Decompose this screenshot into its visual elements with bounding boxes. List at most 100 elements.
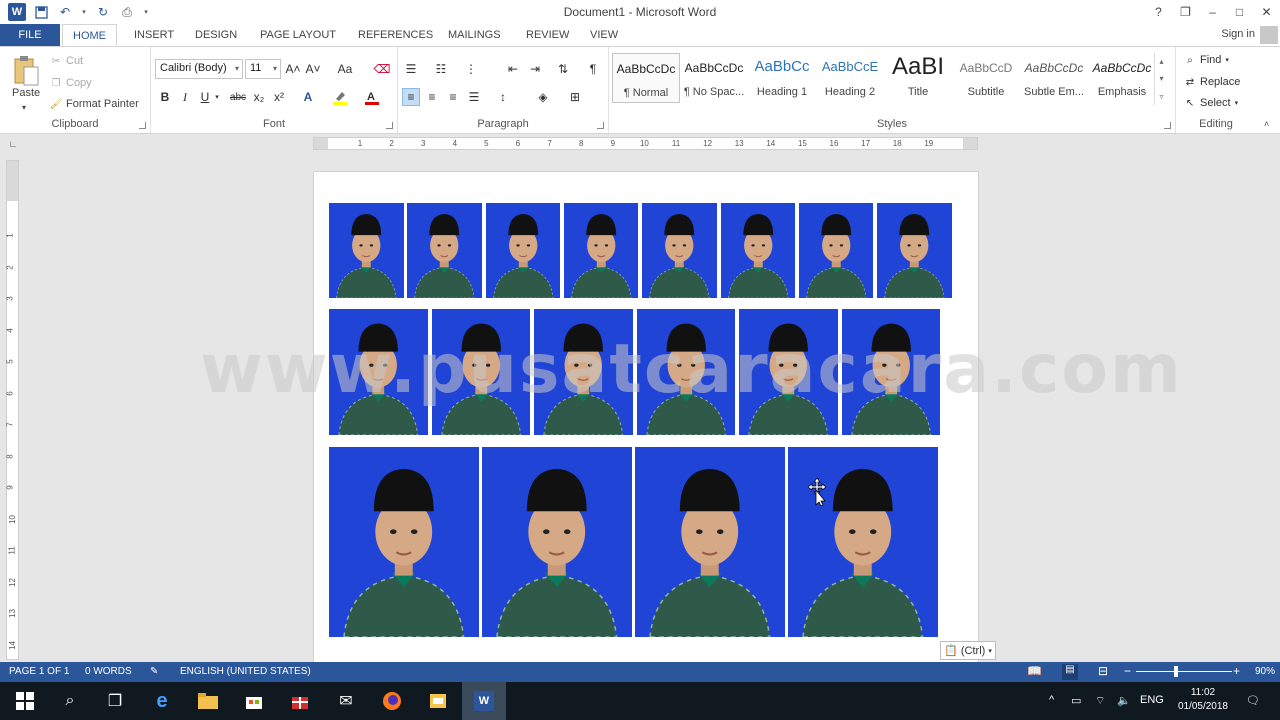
zoom-slider-thumb[interactable] [1174,666,1178,677]
align-left-icon[interactable]: ≡ [402,88,420,106]
task-view-icon[interactable]: ❐ [104,690,126,712]
passport-photo[interactable] [877,203,952,298]
tab-selector-icon[interactable]: ∟ [6,137,20,151]
align-right-icon[interactable]: ≡ [444,88,462,106]
passport-photo[interactable] [329,309,428,435]
passport-photo[interactable] [720,203,795,298]
font-launcher-icon[interactable] [386,122,393,129]
passport-photo[interactable] [431,309,530,435]
paragraph-launcher-icon[interactable] [597,122,604,129]
ribbon-display-options-icon[interactable]: ❐ [1172,0,1199,24]
style-subtle-emphasis[interactable]: AaBbCcDc Subtle Em... [1020,53,1088,103]
style-heading-2[interactable]: AaBbCcE Heading 2 [816,53,884,103]
styles-launcher-icon[interactable] [1164,122,1171,129]
shrink-font-button[interactable]: A˅ [305,60,321,78]
vertical-ruler[interactable]: 1 2 3 4 5 6 7 8 9 10 11 12 13 14 [6,160,19,660]
battery-icon[interactable]: ▭ [1071,694,1081,707]
language-indicator[interactable]: ENGLISH (UNITED STATES) [180,666,311,677]
volume-icon[interactable]: 🔈 [1117,694,1131,707]
show-formatting-button[interactable]: ¶ [584,60,602,78]
style-subtitle[interactable]: AaBbCcD Subtitle [952,53,1020,103]
tab-references[interactable]: REFERENCES [348,24,443,46]
cut-button[interactable]: ✂ Cut [50,55,83,67]
decrease-indent-icon[interactable]: ⇤ [504,60,522,78]
tab-home[interactable]: HOME [62,24,117,46]
word-taskbar-icon[interactable]: W [473,690,495,712]
zoom-out-button[interactable]: − [1124,664,1131,678]
paste-dropdown-icon[interactable]: ▾ [22,103,26,112]
clear-formatting-icon[interactable]: ⌫ [373,60,391,78]
horizontal-ruler[interactable]: 1 2 3 4 5 6 7 8 9 10 11 12 13 14 15 16 17 18 19 [313,137,978,150]
passport-photo[interactable] [636,309,735,435]
passport-photo[interactable] [635,447,785,637]
passport-photo[interactable] [563,203,639,298]
chevron-down-icon[interactable]: ▾ [1159,74,1163,83]
font-name-select[interactable]: Calibri (Body) ▾ [155,59,243,79]
wifi-icon[interactable]: ⌔ [1095,694,1105,708]
proofing-icon[interactable]: ✎ [150,666,158,677]
show-hidden-icons-icon[interactable]: ^ [1049,694,1054,706]
firefox-icon[interactable] [381,690,403,712]
find-button[interactable]: ⌕ Find ▾ [1184,54,1229,66]
passport-photo[interactable] [798,203,874,298]
increase-indent-icon[interactable]: ⇥ [526,60,544,78]
strikethrough-button[interactable]: abc [227,88,249,106]
help-button[interactable]: ? [1145,0,1172,24]
grow-font-button[interactable]: A˄ [285,60,301,78]
passport-photo[interactable] [788,447,938,637]
borders-icon[interactable]: ⊞ [566,88,584,106]
justify-icon[interactable]: ☰ [465,88,483,106]
select-button[interactable]: ↖ Select ▾ [1184,97,1238,109]
document-page[interactable] [313,171,979,663]
sign-in-link[interactable]: Sign in [1221,28,1255,40]
passport-photo[interactable] [841,309,940,435]
styles-scroll[interactable]: ▴ ▾ ▿ [1154,53,1168,105]
print-layout-icon[interactable]: ▤ [1062,664,1078,680]
gift-app-icon[interactable] [289,690,311,712]
page-count[interactable]: PAGE 1 OF 1 [9,666,69,677]
passport-photo[interactable] [739,309,838,435]
avatar[interactable] [1260,26,1278,44]
search-icon[interactable]: ⌕ [59,690,81,712]
file-explorer-icon[interactable] [197,690,219,712]
underline-dropdown-icon[interactable]: ▾ [213,88,221,106]
passport-photo[interactable] [407,203,482,298]
minimize-button[interactable]: – [1199,0,1226,24]
input-language[interactable]: ENG [1140,694,1164,706]
style-no-spacing[interactable]: AaBbCcDc ¶ No Spac... [680,53,748,103]
tab-design[interactable]: DESIGN [185,24,247,46]
passport-photo[interactable] [485,203,561,298]
multilevel-list-icon[interactable]: ⋮ [462,60,480,78]
superscript-button[interactable]: x² [271,88,287,106]
style-heading-1[interactable]: AaBbCc Heading 1 [748,53,816,103]
tab-view[interactable]: VIEW [580,24,628,46]
mail-icon[interactable]: ✉ [335,690,357,712]
style-emphasis[interactable]: AaBbCcDc Emphasis [1088,53,1156,103]
paste-icon[interactable] [12,55,40,87]
style-normal[interactable]: AaBbCcDc ¶ Normal [612,53,680,103]
line-spacing-icon[interactable]: ↕ [494,88,512,106]
passport-photo[interactable] [534,309,633,435]
zoom-in-button[interactable]: + [1233,664,1240,678]
format-painter-button[interactable]: 🖌 Format Painter [50,98,139,110]
tab-mailings[interactable]: MAILINGS [438,24,511,46]
tab-file[interactable]: FILE [0,24,60,46]
paste-button[interactable]: Paste [12,87,40,99]
tab-insert[interactable]: INSERT [124,24,184,46]
replace-button[interactable]: ⇄ Replace [1184,76,1241,88]
subscript-button[interactable]: x₂ [251,88,267,106]
change-case-button[interactable]: Aa [333,60,357,78]
italic-button[interactable]: I [177,88,193,106]
zoom-level[interactable]: 90% [1255,666,1275,677]
numbering-icon[interactable]: ☷ [432,60,450,78]
passport-photo[interactable] [329,203,404,298]
highlight-icon[interactable] [331,88,349,106]
underline-button[interactable]: U [197,88,213,106]
copy-button[interactable]: ❐ Copy [50,77,92,89]
more-styles-icon[interactable]: ▿ [1159,92,1163,101]
align-center-icon[interactable]: ≡ [423,88,441,106]
web-layout-icon[interactable]: ⊟ [1098,664,1108,678]
edge-browser-icon[interactable]: e [151,690,173,712]
zoom-slider[interactable] [1136,671,1232,672]
font-color-icon[interactable]: A [363,88,381,106]
